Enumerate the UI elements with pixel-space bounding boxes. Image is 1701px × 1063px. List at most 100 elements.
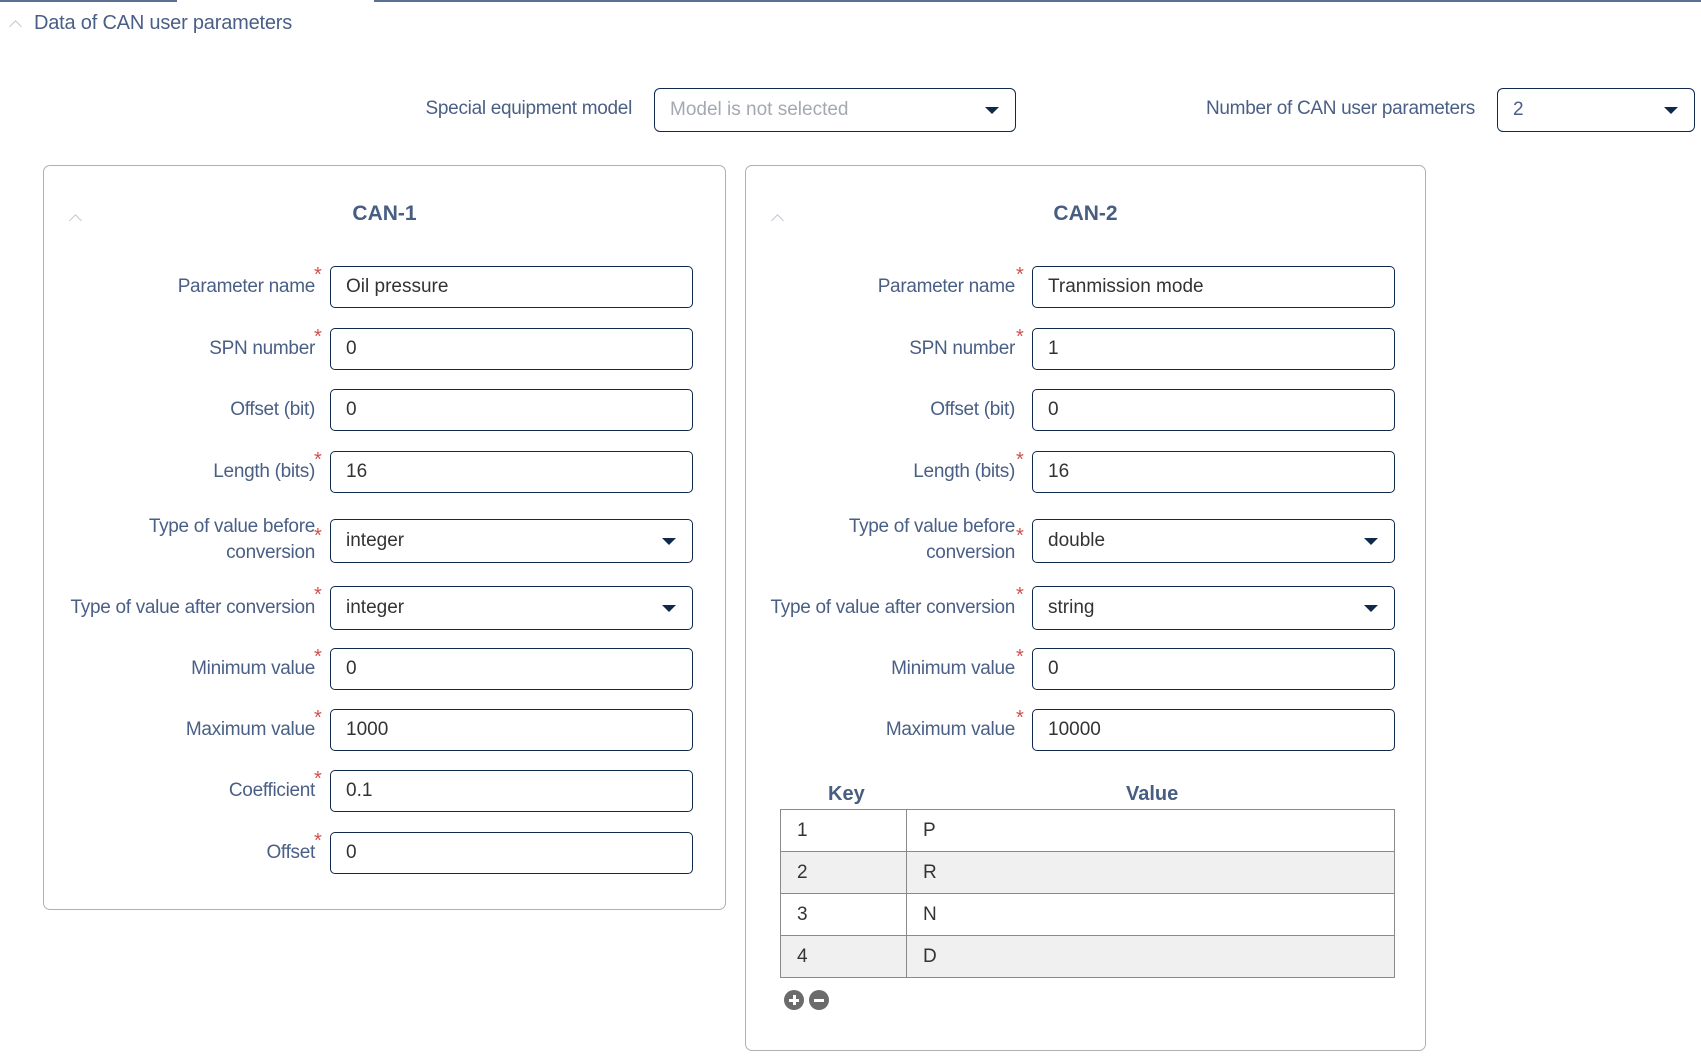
table-cell-value[interactable]: D: [906, 935, 1395, 978]
form-row: Type of value after conversion * integer: [44, 584, 725, 630]
plus-circle-icon[interactable]: [784, 990, 804, 1010]
table-row[interactable]: 2R: [780, 851, 1395, 894]
field-select[interactable]: string: [1032, 586, 1395, 630]
field-select[interactable]: integer: [330, 519, 693, 563]
field-label: Offset (bit): [930, 399, 1015, 420]
table-row[interactable]: 4D: [780, 935, 1395, 978]
field-value: 0: [346, 658, 357, 679]
field-label: Minimum value: [891, 658, 1015, 679]
field-input[interactable]: 1: [1032, 328, 1395, 370]
required-asterisk: *: [314, 646, 322, 668]
field-value: 10000: [1048, 719, 1101, 740]
form-row: Minimum value * 0: [746, 646, 1425, 690]
field-input[interactable]: 0: [330, 328, 693, 370]
required-asterisk: *: [314, 449, 322, 471]
required-asterisk: *: [1016, 449, 1024, 471]
required-asterisk: *: [1016, 646, 1024, 668]
table-cell-key[interactable]: 3: [780, 893, 907, 936]
can2-title: CAN-2: [1053, 202, 1118, 225]
field-label: SPN number: [209, 338, 315, 359]
field-input[interactable]: Oil pressure: [330, 266, 693, 308]
form-row: Offset (bit) 0: [746, 389, 1425, 431]
field-input[interactable]: 0: [330, 648, 693, 690]
form-row: Maximum value * 1000: [44, 707, 725, 751]
table-row[interactable]: 3N: [780, 893, 1395, 936]
required-asterisk: *: [314, 264, 322, 286]
field-input[interactable]: 0: [330, 389, 693, 431]
field-input[interactable]: 1000: [330, 709, 693, 751]
field-value: Tranmission mode: [1048, 276, 1204, 297]
table-cell-key[interactable]: 2: [780, 851, 907, 894]
field-label: Maximum value: [185, 719, 315, 740]
field-label: Type of value before conversion: [148, 516, 315, 563]
field-input[interactable]: Tranmission mode: [1032, 266, 1395, 308]
required-asterisk: *: [1016, 326, 1024, 348]
table-cell-value[interactable]: N: [906, 893, 1395, 936]
field-value: integer: [346, 530, 405, 551]
table-cell-key[interactable]: 1: [780, 809, 907, 852]
form-row: Length (bits) * 16: [44, 449, 725, 493]
form-row: Offset (bit) 0: [44, 389, 725, 431]
field-input[interactable]: 0: [330, 832, 693, 874]
field-value: 1000: [346, 719, 389, 740]
field-label: Type of value after conversion: [770, 597, 1016, 618]
field-value: 0.1: [346, 780, 373, 801]
can-count-select[interactable]: 2: [1497, 88, 1695, 132]
required-asterisk: *: [1016, 264, 1024, 286]
caret-down-icon: [662, 538, 676, 545]
field-input[interactable]: 16: [1032, 451, 1395, 493]
required-asterisk: *: [314, 584, 322, 606]
field-value: Oil pressure: [346, 276, 449, 297]
form-row: Parameter name * Oil pressure: [44, 264, 725, 308]
field-label: Offset: [266, 842, 315, 863]
value-column-header: Value: [1126, 783, 1179, 805]
field-label: Maximum value: [885, 719, 1015, 740]
field-input[interactable]: 0: [1032, 389, 1395, 431]
form-row: Type of value after conversion * string: [746, 584, 1425, 630]
required-asterisk: *: [314, 707, 322, 729]
section-title: Data of CAN user parameters: [34, 11, 293, 34]
field-value: 0: [346, 399, 357, 420]
required-asterisk: *: [314, 768, 322, 790]
required-asterisk: *: [314, 525, 322, 547]
table-row[interactable]: 1P: [780, 809, 1395, 852]
table-cell-value[interactable]: P: [906, 809, 1395, 852]
field-value: 0: [1048, 658, 1059, 679]
required-asterisk: *: [1016, 707, 1024, 729]
key-column-header: Key: [828, 783, 865, 805]
form-row: Coefficient * 0.1: [44, 768, 725, 812]
field-label: Length (bits): [213, 461, 315, 482]
field-select[interactable]: double: [1032, 519, 1395, 563]
chevron-up-icon[interactable]: [9, 19, 22, 33]
top-border-right: [374, 0, 1701, 2]
field-input[interactable]: 0.1: [330, 770, 693, 812]
table-cell-value[interactable]: R: [906, 851, 1395, 894]
field-input[interactable]: 16: [330, 451, 693, 493]
caret-down-icon: [1364, 538, 1378, 545]
required-asterisk: *: [314, 830, 322, 852]
field-value: 0: [1048, 399, 1059, 420]
field-input[interactable]: 10000: [1032, 709, 1395, 751]
section-header[interactable]: Data of CAN user parameters: [8, 8, 292, 38]
top-border-left: [0, 0, 177, 2]
caret-down-icon: [985, 107, 999, 114]
field-value: 0: [346, 338, 357, 359]
field-input[interactable]: 0: [1032, 648, 1395, 690]
can-count-value: 2: [1513, 99, 1524, 120]
minus-circle-icon[interactable]: [809, 990, 829, 1010]
field-select[interactable]: integer: [330, 586, 693, 630]
form-row: Length (bits) * 16: [746, 449, 1425, 493]
field-value: string: [1048, 597, 1095, 618]
form-row: Maximum value * 10000: [746, 707, 1425, 751]
field-label: Offset (bit): [230, 399, 315, 420]
equipment-model-label: Special equipment model: [425, 98, 633, 119]
equipment-model-select[interactable]: Model is not selected: [654, 88, 1016, 132]
field-label: Type of value before conversion: [848, 516, 1015, 563]
form-row: Type of value before conversion * integer: [44, 516, 725, 563]
field-value: integer: [346, 597, 405, 618]
field-label: Minimum value: [191, 658, 315, 679]
form-row: Type of value before conversion * double: [746, 516, 1425, 563]
equipment-model-placeholder: Model is not selected: [670, 99, 849, 120]
field-label: Parameter name: [877, 276, 1016, 297]
table-cell-key[interactable]: 4: [780, 935, 907, 978]
